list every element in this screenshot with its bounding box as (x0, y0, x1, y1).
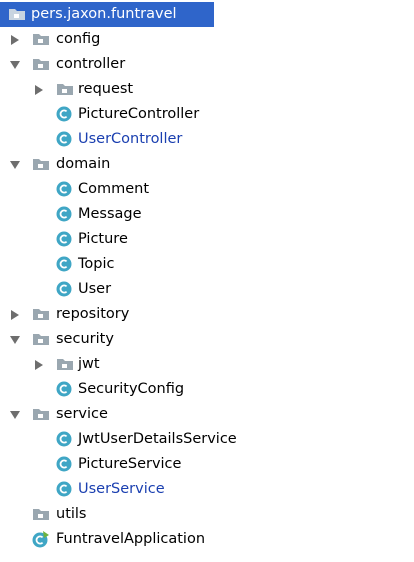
folder-icon (32, 327, 50, 352)
folder-icon (32, 52, 50, 77)
tree-item-message[interactable]: Message (0, 202, 414, 227)
tree-item-label: UserService (78, 481, 165, 497)
spring-boot-class-icon (32, 527, 50, 552)
chevron-down-icon[interactable] (9, 402, 21, 427)
chevron-right-icon[interactable] (33, 77, 45, 102)
tree-item-picturecontroller[interactable]: PictureController (0, 102, 414, 127)
folder-icon (32, 152, 50, 177)
tree-item-label: utils (56, 506, 87, 522)
tree-item-domain[interactable]: domain (0, 152, 414, 177)
tree-item-label: UserController (78, 131, 183, 147)
tree-item-pictureservice[interactable]: PictureService (0, 452, 414, 477)
class-icon (56, 427, 74, 452)
tree-item-label: FuntravelApplication (56, 531, 206, 547)
class-icon (56, 202, 74, 227)
project-tree: pers.jaxon.funtravel config controller r… (0, 2, 414, 552)
tree-item-usercontroller[interactable]: UserController (0, 127, 414, 152)
tree-item-label: controller (56, 56, 126, 72)
folder-icon (32, 502, 50, 527)
tree-item-comment[interactable]: Comment (0, 177, 414, 202)
tree-item-service[interactable]: service (0, 402, 414, 427)
tree-item-label: Message (78, 206, 142, 222)
class-icon (56, 277, 74, 302)
tree-item-label: SecurityConfig (78, 381, 185, 397)
chevron-down-icon[interactable] (9, 152, 21, 177)
tree-item-label: pers.jaxon.funtravel (31, 6, 177, 22)
folder-icon (32, 27, 50, 52)
tree-item-label: User (78, 281, 112, 297)
folder-icon (56, 77, 74, 102)
chevron-right-icon[interactable] (9, 27, 21, 52)
tree-item-jwt[interactable]: jwt (0, 352, 414, 377)
class-icon (56, 102, 74, 127)
package-folder-icon (8, 2, 26, 27)
tree-item-label: Topic (78, 256, 115, 272)
tree-item-userservice[interactable]: UserService (0, 477, 414, 502)
tree-root-package[interactable]: pers.jaxon.funtravel (0, 2, 214, 27)
tree-item-label: domain (56, 156, 111, 172)
tree-item-securityconfig[interactable]: SecurityConfig (0, 377, 414, 402)
tree-item-label: Picture (78, 231, 128, 247)
class-icon (56, 377, 74, 402)
tree-item-topic[interactable]: Topic (0, 252, 414, 277)
tree-item-picture[interactable]: Picture (0, 227, 414, 252)
chevron-down-icon[interactable] (9, 52, 21, 77)
tree-item-label: PictureController (78, 106, 200, 122)
tree-item-security[interactable]: security (0, 327, 414, 352)
chevron-down-icon[interactable] (9, 327, 21, 352)
tree-item-config[interactable]: config (0, 27, 414, 52)
tree-item-label: JwtUserDetailsService (78, 431, 237, 447)
class-icon (56, 477, 74, 502)
tree-item-label: service (56, 406, 108, 422)
class-icon (56, 127, 74, 152)
class-icon (56, 252, 74, 277)
tree-item-label: repository (56, 306, 130, 322)
tree-item-label: jwt (78, 356, 100, 372)
tree-item-label: PictureService (78, 456, 182, 472)
tree-item-repository[interactable]: repository (0, 302, 414, 327)
class-icon (56, 452, 74, 477)
class-icon (56, 177, 74, 202)
tree-item-jwtuserdetailsservice[interactable]: JwtUserDetailsService (0, 427, 414, 452)
tree-item-utils[interactable]: utils (0, 502, 414, 527)
tree-item-user[interactable]: User (0, 277, 414, 302)
tree-item-label: config (56, 31, 101, 47)
tree-item-label: Comment (78, 181, 150, 197)
tree-item-label: security (56, 331, 114, 347)
tree-item-controller[interactable]: controller (0, 52, 414, 77)
class-icon (56, 227, 74, 252)
folder-icon (32, 402, 50, 427)
tree-item-request[interactable]: request (0, 77, 414, 102)
folder-icon (56, 352, 74, 377)
chevron-right-icon[interactable] (33, 352, 45, 377)
chevron-right-icon[interactable] (9, 302, 21, 327)
folder-icon (32, 302, 50, 327)
tree-item-label: request (78, 81, 134, 97)
tree-item-funtravelapplication[interactable]: FuntravelApplication (0, 527, 414, 552)
